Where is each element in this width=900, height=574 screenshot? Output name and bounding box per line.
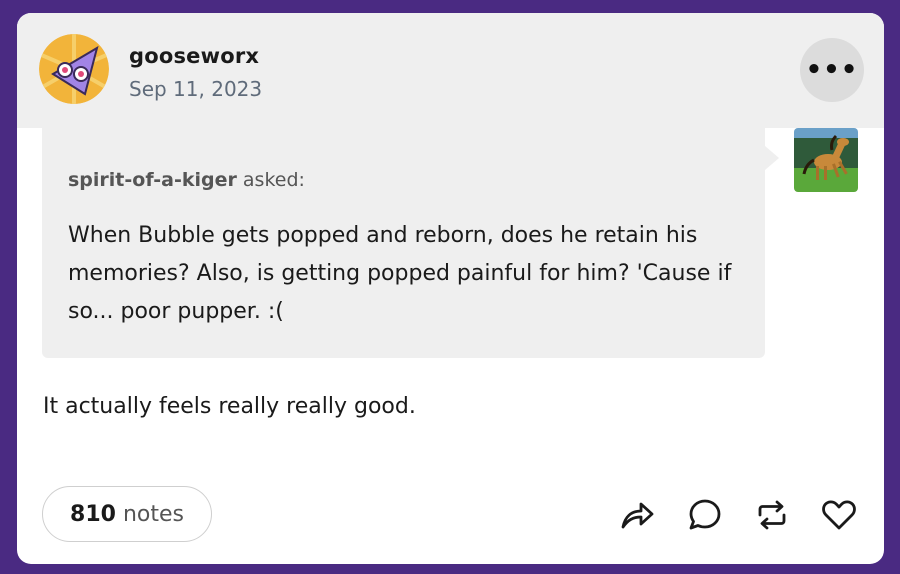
ask-pointer (765, 146, 779, 170)
asker-line: spirit-of-a-kiger asked: (68, 169, 305, 191)
like-button[interactable] (819, 495, 859, 535)
asker-name[interactable]: spirit-of-a-kiger (68, 169, 237, 191)
reply-button[interactable] (685, 495, 725, 535)
blog-avatar[interactable] (39, 34, 109, 104)
notes-label: notes (122, 501, 184, 527)
post-card: gooseworx Sep 11, 2023 ••• spirit-of-a-k… (17, 13, 884, 564)
share-icon (621, 502, 654, 529)
share-button[interactable] (617, 495, 657, 535)
reblog-icon (758, 500, 786, 530)
like-icon (822, 500, 856, 530)
asked-label: asked: (242, 169, 305, 191)
blog-username[interactable]: gooseworx (129, 44, 259, 68)
reblog-button[interactable] (752, 495, 792, 535)
notes-button[interactable]: 810 notes (42, 486, 212, 542)
asker-avatar[interactable] (794, 128, 858, 192)
notes-count: 810 (70, 501, 116, 527)
ask-box: spirit-of-a-kiger asked: When Bubble get… (42, 128, 765, 358)
post-date[interactable]: Sep 11, 2023 (129, 77, 262, 101)
ellipsis-icon: ••• (805, 55, 859, 85)
more-options-button[interactable]: ••• (800, 38, 864, 102)
post-header: gooseworx Sep 11, 2023 ••• (17, 13, 884, 128)
question-text: When Bubble gets popped and reborn, does… (68, 223, 732, 324)
reply-icon (689, 499, 721, 530)
answer-text: It actually feels really really good. (43, 394, 416, 419)
